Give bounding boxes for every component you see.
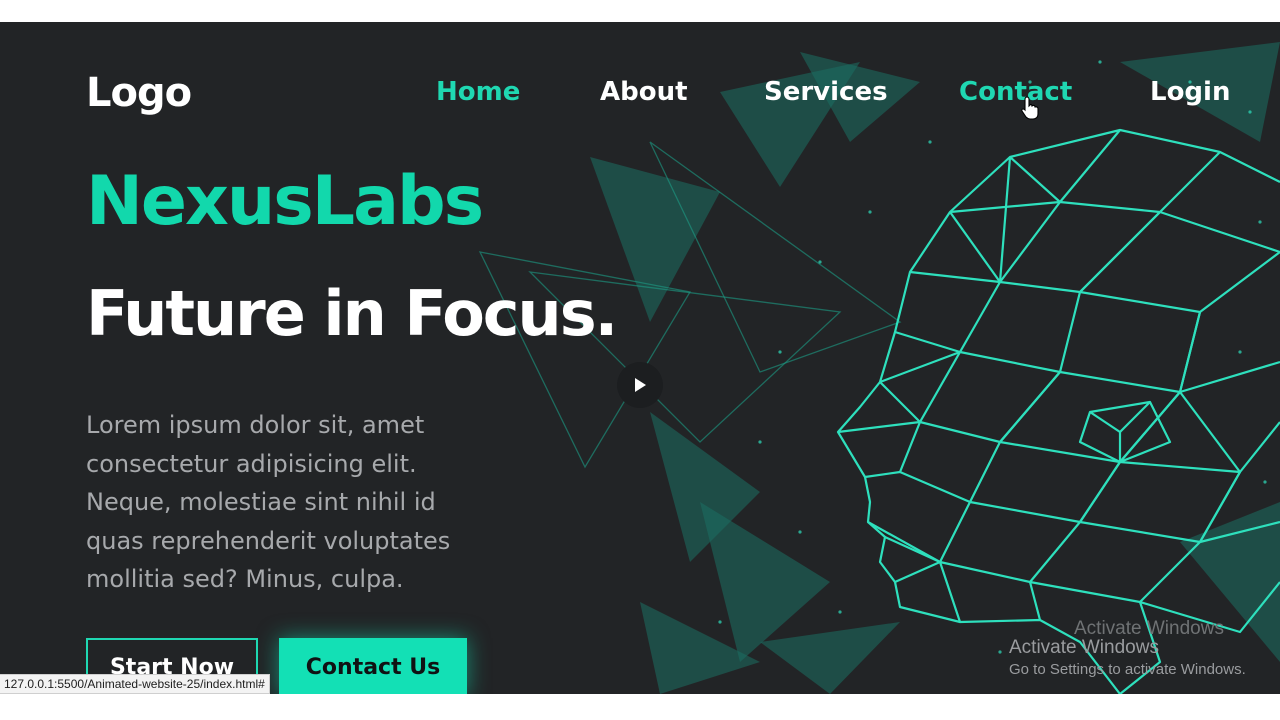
browser-status-url: 127.0.0.1:5500/Animated-website-25/index… (0, 674, 270, 694)
hero-description-line: mollitia sed? Minus, culpa. (86, 565, 404, 593)
brand-title: NexusLabs (86, 162, 484, 241)
nav-about-link[interactable]: About (600, 77, 688, 107)
nav-login-link[interactable]: Login (1150, 77, 1230, 107)
site-logo[interactable]: Logo (86, 70, 192, 116)
activate-windows-title: Activate Windows (1009, 637, 1159, 658)
play-button[interactable] (617, 362, 663, 408)
contact-us-button[interactable]: Contact Us (279, 638, 467, 694)
nav-home-link[interactable]: Home (436, 77, 520, 107)
nav-services-link[interactable]: Services (764, 77, 888, 107)
hero-description-line: quas reprehenderit voluptates (86, 526, 451, 555)
hand-cursor-icon (1021, 96, 1039, 120)
hero-description-line: consectetur adipisicing elit. (86, 449, 417, 478)
play-icon (635, 378, 646, 392)
hero-description-line: Lorem ipsum dolor sit, amet (86, 411, 425, 439)
website-viewport: Logo Home About Services Contact Login N… (0, 22, 1280, 694)
hero-headline: Future in Focus. (86, 277, 618, 350)
activate-windows-subtitle: Go to Settings to activate Windows. (1009, 661, 1246, 678)
hero-description-line: Neque, molestiae sint nihil id (86, 488, 436, 516)
nav-contact-link[interactable]: Contact (959, 77, 1072, 107)
hero-description: Lorem ipsum dolor sit, amet consectetur … (86, 406, 506, 599)
